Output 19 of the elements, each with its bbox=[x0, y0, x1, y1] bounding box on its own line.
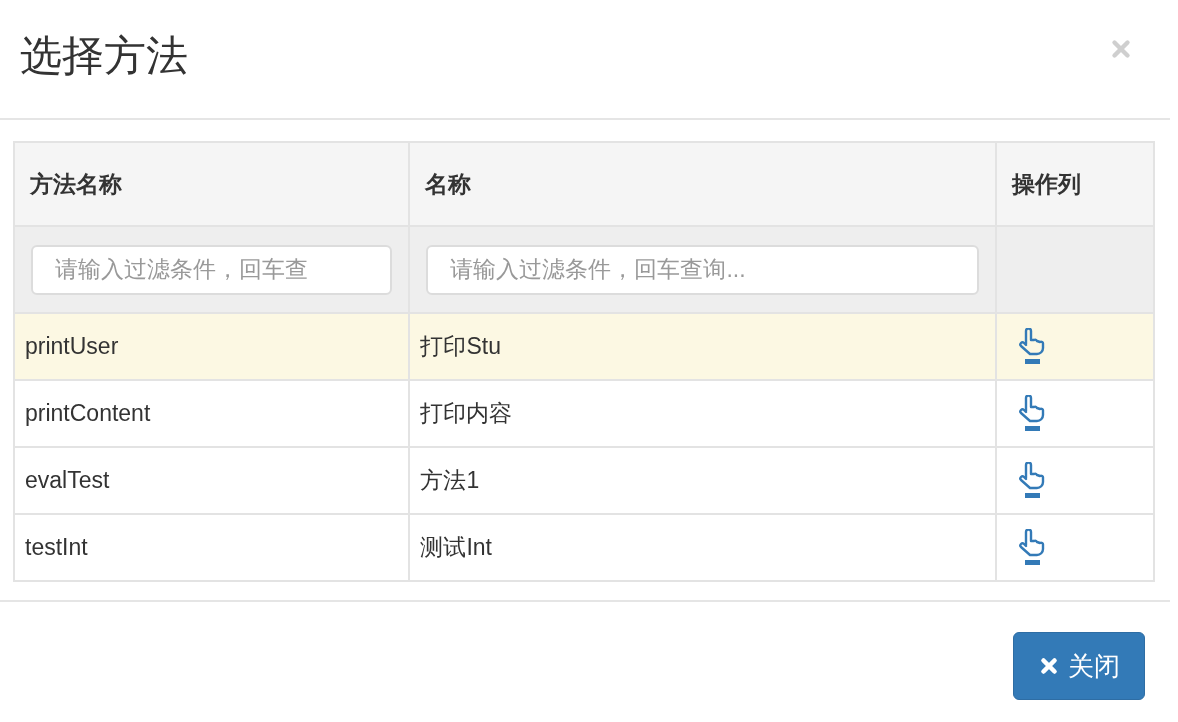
column-header: 名称 bbox=[409, 142, 997, 226]
table-cell: testInt bbox=[25, 534, 88, 561]
dialog-title: 选择方法 bbox=[20, 31, 188, 81]
table-cell: 打印Stu bbox=[420, 333, 501, 360]
table-row[interactable]: evalTest 方法1 bbox=[14, 447, 1154, 514]
table-cell: 打印内容 bbox=[420, 400, 513, 427]
table-cell: printUser bbox=[25, 333, 119, 360]
filter-field[interactable]: 请输入过滤条件，回车查询... bbox=[426, 244, 980, 295]
table-row[interactable]: testInt 测试Int bbox=[14, 514, 1154, 581]
table-cell: printContent bbox=[25, 400, 151, 427]
table-cell: 测试Int bbox=[420, 534, 492, 561]
close-button[interactable]: 关闭 bbox=[1013, 632, 1145, 700]
filter-field[interactable]: 请输入过滤条件，回车查 bbox=[31, 244, 393, 295]
table-cell: evalTest bbox=[25, 467, 110, 494]
column-header: 方法名称 bbox=[14, 142, 410, 226]
x-icon bbox=[1038, 655, 1060, 677]
table-row[interactable]: printContent 打印内容 bbox=[14, 380, 1154, 447]
table-row[interactable]: printUser 打印Stu bbox=[14, 313, 1154, 380]
table-cell: 方法1 bbox=[420, 467, 480, 494]
